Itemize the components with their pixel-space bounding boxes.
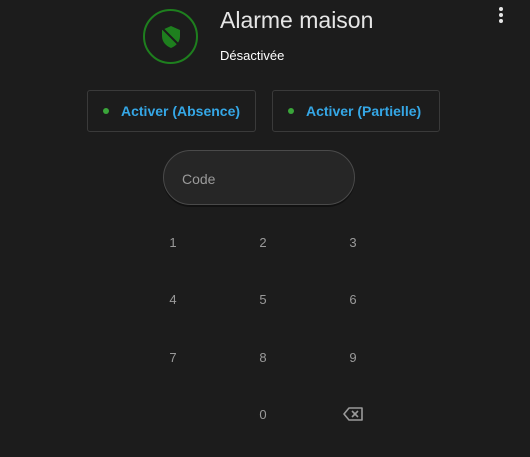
keypad-key-6[interactable]: 6 xyxy=(333,284,373,314)
arm-away-button[interactable]: Activer (Absence) xyxy=(87,90,256,132)
more-options-button[interactable] xyxy=(490,4,512,26)
keypad-key-0[interactable]: 0 xyxy=(243,399,283,429)
keypad-key-9[interactable]: 9 xyxy=(333,342,373,372)
alarm-panel-card: Alarme maison Désactivée Activer (Absenc… xyxy=(0,0,530,457)
alarm-state-badge[interactable] xyxy=(143,9,198,64)
keypad-key-2[interactable]: 2 xyxy=(243,227,283,257)
status-dot xyxy=(288,108,294,114)
keypad-key-1[interactable]: 1 xyxy=(153,227,193,257)
arm-home-button[interactable]: Activer (Partielle) xyxy=(272,90,440,132)
keypad-key-5[interactable]: 5 xyxy=(243,284,283,314)
card-header: Alarme maison Désactivée xyxy=(143,7,374,64)
keypad-backspace-button[interactable] xyxy=(333,399,373,429)
alarm-state-text: Désactivée xyxy=(220,48,285,63)
arm-actions: Activer (Absence) Activer (Partielle) xyxy=(87,90,440,132)
status-dot xyxy=(103,108,109,114)
code-field xyxy=(163,150,355,206)
code-input[interactable] xyxy=(180,151,344,206)
keypad-key-7[interactable]: 7 xyxy=(153,342,193,372)
backspace-icon xyxy=(343,407,363,421)
more-vertical-icon xyxy=(499,7,503,23)
keypad-key-8[interactable]: 8 xyxy=(243,342,283,372)
keypad-key-3[interactable]: 3 xyxy=(333,227,373,257)
keypad-key-4[interactable]: 4 xyxy=(153,284,193,314)
shield-off-icon xyxy=(161,25,180,48)
card-title: Alarme maison xyxy=(220,7,374,33)
arm-home-label: Activer (Partielle) xyxy=(306,103,422,119)
arm-away-label: Activer (Absence) xyxy=(121,103,241,119)
